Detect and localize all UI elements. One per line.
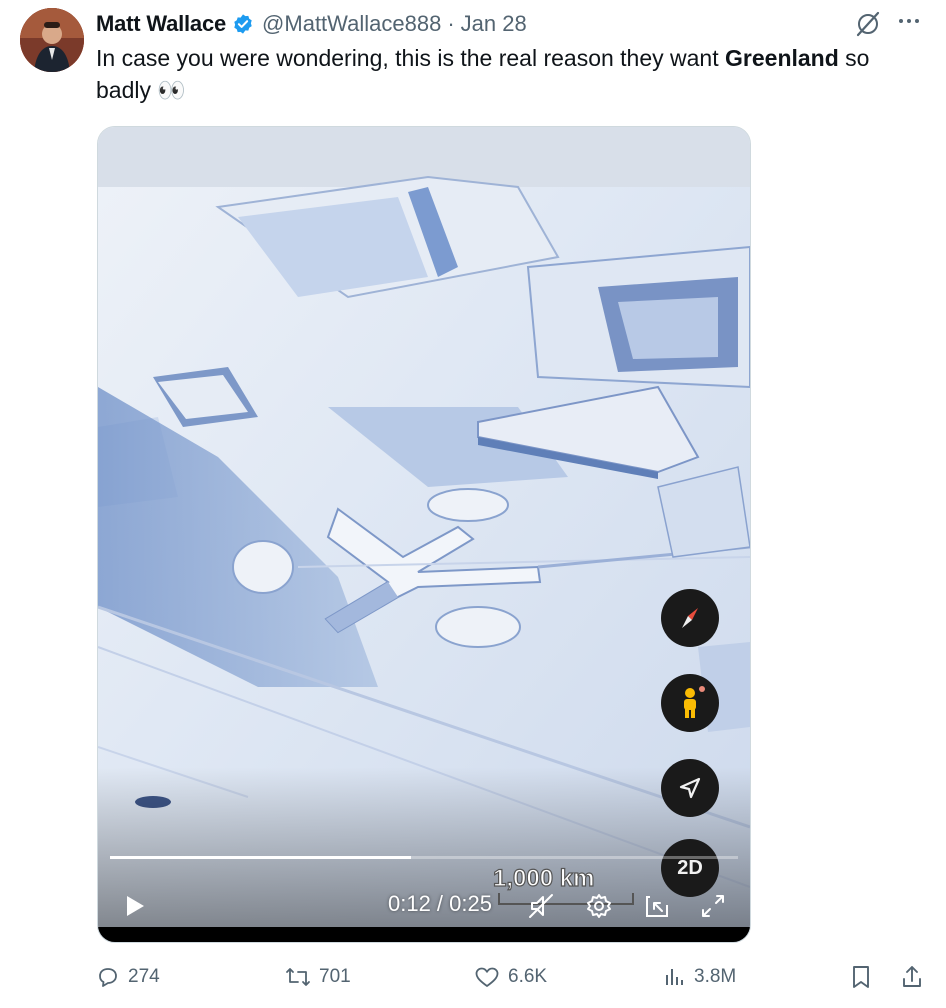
mute-button[interactable] [526,891,556,921]
repost-count: 701 [319,966,351,987]
2d-button[interactable]: 2D [661,839,719,897]
share-icon [903,966,921,987]
gear-icon [587,894,611,918]
author-handle[interactable]: @MattWallace888 [262,11,441,37]
compass-icon [682,608,698,628]
bookmark-button[interactable] [850,960,880,994]
verified-badge-icon [232,13,254,35]
views-icon [666,969,683,985]
views-button[interactable]: 3.8M [664,960,736,994]
map-scale-label: 1,000 km [492,864,595,892]
repost-button[interactable]: 701 [285,960,351,994]
pegman-icon [684,686,705,718]
repost-icon [286,968,310,986]
author-name[interactable]: Matt Wallace [96,11,226,37]
video-progress-fill [110,856,412,859]
2d-label: 2D [677,856,703,879]
post-date[interactable]: Jan 28 [461,11,527,37]
like-button[interactable]: 6.6K [474,960,547,994]
video-progress-track[interactable] [110,856,738,859]
reply-button[interactable]: 274 [96,960,160,994]
avatar[interactable] [20,8,84,72]
play-icon [127,896,144,916]
play-button[interactable] [122,893,148,919]
pegman-button[interactable] [661,674,719,732]
video-bottom-bar [98,927,750,942]
more-icon[interactable] [894,6,924,36]
bookmark-icon [853,966,869,988]
pip-icon [646,896,668,917]
pip-button[interactable] [642,891,672,921]
reply-icon [99,968,117,987]
post-text-part1: In case you were wondering, this is the … [96,45,726,71]
locate-button[interactable] [661,759,719,817]
fullscreen-button[interactable] [698,891,728,921]
post-header: Matt Wallace @MattWallace888 · Jan 28 [96,10,926,38]
eyes-emoji: 👀 [157,77,187,103]
grok-icon[interactable] [854,10,882,38]
mute-icon [529,894,553,918]
settings-button[interactable] [584,891,614,921]
locate-arrow-icon [679,777,701,799]
video-player[interactable]: 2D 1,000 km 0:12 / 0:25 [97,126,751,943]
like-count: 6.6K [508,966,548,987]
video-time: 0:12 / 0:25 [388,891,492,916]
video-frame [98,127,750,942]
view-count: 3.8M [694,966,737,987]
share-button[interactable] [900,960,932,994]
post-text: In case you were wondering, this is the … [96,42,926,106]
action-bar: 274 701 6.6K 3.8M [0,960,946,994]
heart-icon [475,967,499,987]
reply-count: 274 [128,966,160,987]
compass-button[interactable] [661,589,719,647]
separator: · [447,11,455,36]
fullscreen-icon [702,895,724,917]
post-text-bold: Greenland [725,45,839,71]
